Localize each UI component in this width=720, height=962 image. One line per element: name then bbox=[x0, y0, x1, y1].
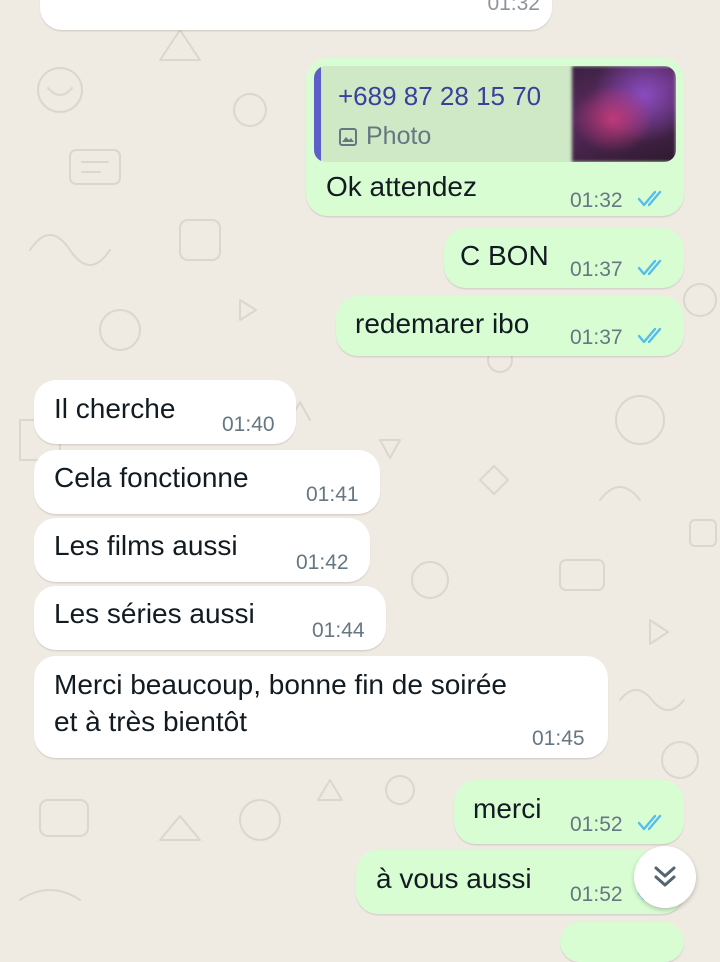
message-text: Cela fonctionne bbox=[54, 462, 249, 493]
quoted-message[interactable]: +689 87 28 15 70 Photo bbox=[314, 66, 676, 162]
quoted-type: Photo bbox=[338, 122, 431, 151]
message-text: redemarer ibo bbox=[355, 308, 530, 339]
message-time: 01:37 bbox=[570, 258, 623, 281]
message-time: 01:41 bbox=[306, 483, 359, 506]
message-time: 01:45 bbox=[532, 727, 585, 750]
message-bubble-in[interactable]: Les séries aussi 01:44 bbox=[34, 586, 386, 650]
quoted-type-label: Photo bbox=[366, 122, 432, 150]
message-time: 01:42 bbox=[296, 551, 349, 574]
double-check-icon bbox=[637, 190, 662, 207]
message-text-line-2: et à très bientôt bbox=[54, 706, 248, 737]
partial-message-bubble[interactable]: 01:32 bbox=[40, 0, 552, 30]
quoted-sender: +689 87 28 15 70 bbox=[338, 81, 542, 111]
message-text: Ok attendez bbox=[326, 171, 477, 202]
message-bubble-in[interactable]: Merci beaucoup, bonne fin de soirée et à… bbox=[34, 656, 608, 758]
message-time: 01:32 bbox=[570, 189, 623, 212]
message-time: 01:52 bbox=[570, 883, 623, 906]
message-bubble-in[interactable]: Cela fonctionne 01:41 bbox=[34, 450, 380, 514]
double-check-icon bbox=[637, 814, 662, 831]
message-bubble-out[interactable]: merci 01:52 bbox=[454, 780, 684, 844]
double-chevron-down-icon bbox=[654, 866, 676, 887]
message-time: 01:52 bbox=[570, 813, 623, 836]
message-time: 01:32 bbox=[487, 0, 540, 15]
message-text: Il cherche bbox=[54, 393, 176, 424]
message-text: C BON bbox=[460, 240, 549, 271]
partial-message-bubble[interactable] bbox=[560, 922, 684, 962]
message-bubble-out[interactable]: redemarer ibo 01:37 bbox=[336, 296, 684, 356]
message-bubble-in[interactable]: Il cherche 01:40 bbox=[34, 380, 296, 444]
message-text: à vous aussi bbox=[376, 863, 532, 894]
photo-icon bbox=[339, 128, 357, 146]
message-text: Les films aussi bbox=[54, 530, 238, 561]
message-time: 01:44 bbox=[312, 619, 365, 642]
message-time: 01:40 bbox=[222, 413, 275, 436]
message-text-line-1: Merci beaucoup, bonne fin de soirée bbox=[54, 669, 507, 700]
message-text: Les séries aussi bbox=[54, 598, 255, 629]
message-time: 01:37 bbox=[570, 326, 623, 349]
message-bubble-out[interactable]: C BON 01:37 bbox=[444, 228, 684, 288]
quoted-photo-thumbnail[interactable] bbox=[572, 66, 676, 162]
double-check-icon bbox=[637, 259, 662, 276]
scroll-to-bottom-button[interactable] bbox=[634, 846, 696, 908]
message-bubble-in[interactable]: Les films aussi 01:42 bbox=[34, 518, 370, 582]
quote-accent-bar bbox=[314, 66, 321, 162]
message-text: merci bbox=[473, 793, 542, 824]
message-bubble-out[interactable]: +689 87 28 15 70 Photo Ok attendez 01:32 bbox=[306, 58, 684, 216]
double-check-icon bbox=[637, 327, 662, 344]
